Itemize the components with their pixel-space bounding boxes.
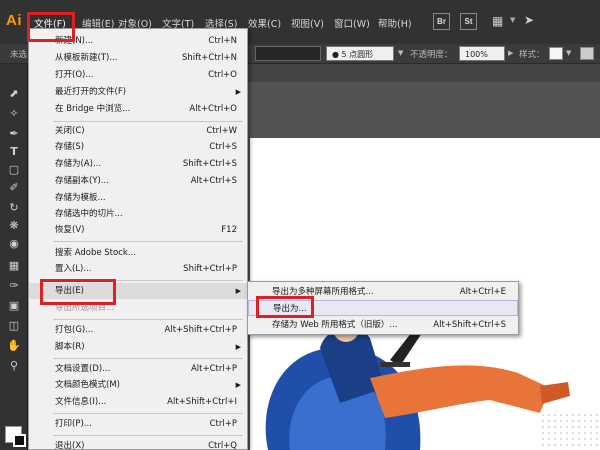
menu-item-adobe-stock[interactable]: 搜索 Adobe Stock... — [29, 245, 247, 261]
hand-tool-icon[interactable]: ✋ — [5, 338, 23, 354]
menu-item-close[interactable]: 关闭(C) Ctrl+W — [29, 123, 247, 139]
person-legs — [370, 365, 550, 418]
menu-item-save-as[interactable]: 存储为(A)... Shift+Ctrl+S — [29, 156, 247, 172]
zoom-tool-icon[interactable]: ⚲ — [5, 358, 23, 374]
dot-pattern — [540, 412, 600, 450]
menu-item-print[interactable]: 打印(P)... Ctrl+P — [29, 416, 247, 432]
menu-item-package[interactable]: 打包(G)... Alt+Shift+Ctrl+P — [29, 322, 247, 338]
type-tool-icon[interactable]: T — [5, 144, 23, 160]
stroke-weight-field[interactable] — [255, 46, 321, 61]
menu-item-recent-files[interactable]: 最近打开的文件(F) ▶ — [29, 84, 247, 100]
submenu-arrow-icon: ▶ — [235, 88, 241, 96]
opacity-dropdown-icon[interactable]: ▶ — [508, 49, 513, 57]
artboard-tool-icon[interactable]: ◫ — [5, 318, 23, 334]
menu-help[interactable]: 帮助(H) — [378, 16, 412, 30]
menu-item-document-setup[interactable]: 文档设置(D)... Alt+Ctrl+P — [29, 361, 247, 377]
person-shoe — [540, 382, 570, 404]
stock-button[interactable]: St — [460, 13, 477, 30]
shape-builder-icon[interactable]: ◉ — [5, 236, 23, 252]
app-logo: Ai — [6, 12, 22, 29]
submenu-arrow-icon: ▶ — [235, 287, 241, 295]
menu-separator — [53, 358, 243, 359]
submenu-arrow-icon: ▶ — [235, 381, 241, 389]
style-label: 样式： — [519, 50, 545, 60]
menu-separator — [53, 241, 243, 242]
menu-item-save-copy[interactable]: 存储副本(Y)... Alt+Ctrl+S — [29, 173, 247, 189]
menu-item-open[interactable]: 打开(O)... Ctrl+O — [29, 67, 247, 83]
workspace-grid-icon[interactable]: ▦ — [492, 14, 508, 28]
highlight-file-menu — [27, 12, 75, 42]
rectangle-tool-icon[interactable]: ▢ — [5, 162, 23, 178]
paintbrush-icon[interactable]: ✐ — [5, 180, 23, 196]
dot-icon: ● — [332, 50, 342, 59]
menu-item-revert[interactable]: 恢复(V) F12 — [29, 222, 247, 238]
menu-item-save[interactable]: 存储(S) Ctrl+S — [29, 139, 247, 155]
menu-item-save-slices[interactable]: 存储选中的切片... — [29, 206, 247, 222]
menu-item-save-for-web[interactable]: 存储为 Web 所用格式（旧版）... Alt+Shift+Ctrl+S — [248, 317, 518, 333]
menu-item-save-template[interactable]: 存储为模板... — [29, 190, 247, 206]
pen-tool-icon[interactable]: ✒ — [5, 126, 23, 142]
rocket-icon[interactable]: ➤ — [524, 13, 534, 27]
doc-setup-icon[interactable] — [580, 47, 594, 60]
opacity-label: 不透明度： — [410, 50, 453, 60]
laptop-base — [380, 362, 410, 367]
menu-item-new-from-template[interactable]: 从模板新建(T)... Shift+Ctrl+N — [29, 50, 247, 66]
bridge-button[interactable]: Br — [433, 13, 450, 30]
brush-dropdown-icon[interactable]: ▼ — [398, 49, 403, 57]
menu-separator — [53, 121, 243, 122]
menu-item-color-mode[interactable]: 文档颜色模式(M) ▶ — [29, 377, 247, 393]
menu-separator — [53, 319, 243, 320]
style-swatch[interactable] — [549, 47, 563, 60]
highlight-export-item — [40, 279, 116, 305]
submenu-arrow-icon: ▶ — [235, 343, 241, 351]
selection-status: 未选 — [10, 50, 28, 60]
menu-view[interactable]: 视图(V) — [291, 16, 324, 30]
stroke-swatch[interactable] — [13, 434, 26, 447]
opacity-input[interactable]: 100% — [459, 46, 505, 61]
magic-wand-icon[interactable]: ✧ — [5, 106, 23, 122]
symbol-sprayer-icon[interactable]: ▣ — [5, 298, 23, 314]
rotate-tool-icon[interactable]: ↻ — [5, 200, 23, 216]
menu-item-scripts[interactable]: 脚本(R) ▶ — [29, 339, 247, 355]
menu-item-place[interactable]: 置入(L)... Shift+Ctrl+P — [29, 261, 247, 277]
warp-tool-icon[interactable]: ❋ — [5, 218, 23, 234]
menu-item-file-info[interactable]: 文件信息(I)... Alt+Shift+Ctrl+I — [29, 394, 247, 410]
menu-item-browse-bridge[interactable]: 在 Bridge 中浏览... Alt+Ctrl+O — [29, 101, 247, 117]
selection-tool-icon[interactable]: ⬈ — [5, 86, 23, 102]
eyedropper-icon[interactable]: ✑ — [5, 278, 23, 294]
mesh-tool-icon[interactable]: ▦ — [5, 258, 23, 274]
brush-field[interactable]: ● 5 点圆形 — [326, 46, 394, 61]
chevron-down-icon[interactable]: ▼ — [510, 16, 515, 24]
menu-item-exit[interactable]: 退出(X) Ctrl+Q — [29, 438, 247, 450]
menu-window[interactable]: 窗口(W) — [334, 16, 370, 30]
tools-panel: ⬈ ✧ ✒ T ▢ ✐ ↻ ❋ ◉ ▦ ✑ ▣ ◫ ✋ ⚲ — [0, 64, 28, 450]
highlight-export-as-item — [256, 296, 314, 318]
menu-separator — [53, 435, 243, 436]
menu-separator — [53, 413, 243, 414]
menu-effect[interactable]: 效果(C) — [248, 16, 281, 30]
style-dropdown-icon[interactable]: ▼ — [566, 49, 571, 57]
file-menu: 新建(N)... Ctrl+N 从模板新建(T)... Shift+Ctrl+N 打… — [28, 28, 248, 450]
brush-label: 5 点圆形 — [341, 50, 374, 59]
